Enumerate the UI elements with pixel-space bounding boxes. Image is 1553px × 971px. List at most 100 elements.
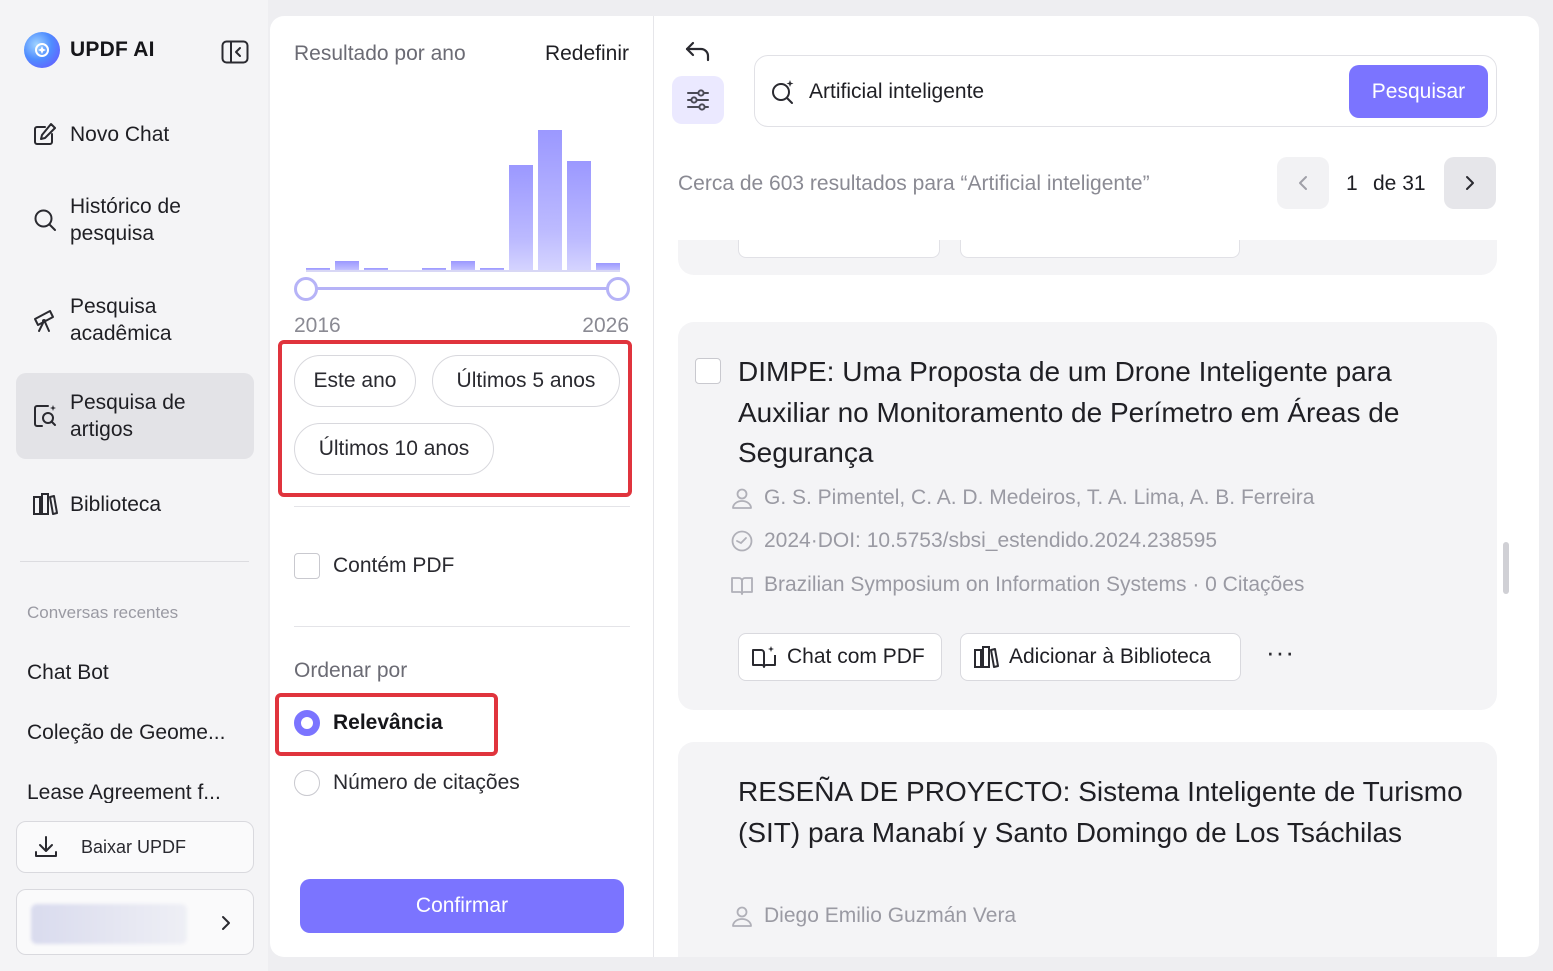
- chevron-left-icon: [1299, 176, 1307, 190]
- date-doi-text: 2024·DOI: 10.5753/sbsi_estendido.2024.23…: [764, 529, 1218, 552]
- sidebar-item-biblioteca[interactable]: Biblioteca: [16, 480, 254, 528]
- range-chip-ultimos-5-anos[interactable]: Últimos 5 anos: [432, 355, 620, 407]
- ai-search-icon: [772, 80, 794, 104]
- range-chip-este-ano[interactable]: Este ano: [294, 355, 416, 407]
- filter-divider: [294, 626, 630, 627]
- authors-text: G. S. Pimentel, C. A. D. Medeiros, T. A.…: [764, 486, 1315, 509]
- sidebar: UPDF AI Novo Chat Histórico de pesquisa …: [0, 0, 268, 971]
- recent-conversations-header: Conversas recentes: [27, 603, 179, 622]
- edit-icon: [34, 123, 56, 145]
- article-search-icon: [34, 405, 56, 427]
- sidebar-item-novo-chat[interactable]: Novo Chat: [16, 110, 254, 158]
- filter-title: Resultado por ano: [294, 42, 466, 65]
- brand[interactable]: UPDF AI: [24, 32, 155, 68]
- result-card: DIMPE: Uma Proposta de um Drone Intelige…: [678, 322, 1497, 710]
- sidebar-item-label: Histórico de pesquisa: [70, 195, 181, 245]
- results-scrollbar[interactable]: [1503, 542, 1509, 594]
- result-title[interactable]: RESEÑA DE PROYECTO: Sistema Inteligente …: [738, 772, 1478, 853]
- chevron-right-icon: [222, 916, 230, 930]
- histogram-bar: [509, 165, 533, 272]
- main-panel: Resultado por ano Redefinir 2016 2026 Es…: [270, 16, 1539, 957]
- sidebar-divider: [20, 561, 249, 562]
- library-icon: [33, 493, 58, 515]
- filter-toggle-button[interactable]: [672, 76, 724, 124]
- sort-relevance-radio[interactable]: [294, 710, 320, 736]
- histogram-baseline: [306, 270, 620, 272]
- venue-text: Brazilian Symposium on Information Syste…: [764, 573, 1305, 596]
- chevron-right-icon: [1466, 176, 1474, 190]
- confirm-button[interactable]: Confirmar: [300, 879, 624, 933]
- year-end-label: 2026: [582, 314, 629, 337]
- search-box: Pesquisar: [754, 55, 1497, 127]
- search-icon: [34, 209, 56, 231]
- library-icon: [974, 646, 999, 668]
- result-select-checkbox[interactable]: [695, 358, 721, 384]
- year-start-label: 2016: [294, 314, 341, 337]
- authors-text: Diego Emilio Guzmán Vera: [764, 904, 1017, 927]
- search-button[interactable]: Pesquisar: [1349, 65, 1488, 118]
- sliders-icon: [687, 89, 709, 111]
- book-icon: [731, 577, 753, 595]
- person-icon: [732, 488, 752, 509]
- person-icon: [732, 906, 752, 927]
- sidebar-item-label: Pesquisa acadêmica: [70, 295, 172, 345]
- result-card: RESEÑA DE PROYECTO: Sistema Inteligente …: [678, 742, 1497, 957]
- download-label: Baixar UPDF: [81, 836, 187, 857]
- contains-pdf-checkbox[interactable]: [294, 553, 320, 579]
- add-library-button-partial[interactable]: [960, 240, 1240, 258]
- recent-conversation-item[interactable]: Coleção de Geome...: [27, 721, 242, 745]
- page-total: de 31: [1373, 172, 1426, 195]
- result-title[interactable]: DIMPE: Uma Proposta de um Drone Intelige…: [738, 352, 1478, 474]
- slider-handle-start[interactable]: [294, 277, 318, 301]
- more-options-icon[interactable]: ···: [1266, 639, 1296, 667]
- download-updf-button[interactable]: Baixar UPDF: [16, 821, 254, 873]
- result-list: DIMPE: Uma Proposta de um Drone Intelige…: [654, 240, 1539, 957]
- year-range-slider[interactable]: [306, 287, 618, 290]
- recent-conversation-item[interactable]: Lease Agreement f...: [27, 781, 242, 803]
- filter-panel: Resultado por ano Redefinir 2016 2026 Es…: [270, 16, 654, 957]
- chat-with-pdf-button[interactable]: Chat com PDF: [738, 633, 942, 681]
- user-account-button[interactable]: [16, 889, 254, 955]
- sidebar-item-label: Pesquisa de artigos: [70, 391, 186, 441]
- result-date-doi: 2024·DOI: 10.5753/sbsi_estendido.2024.23…: [730, 529, 1217, 553]
- result-authors: Diego Emilio Guzmán Vera: [730, 904, 1016, 928]
- contains-pdf-label: Contém PDF: [333, 554, 455, 577]
- telescope-icon: [34, 310, 54, 332]
- sidebar-item-pesquisa-academica[interactable]: Pesquisa acadêmica: [16, 280, 254, 360]
- histogram-bar: [538, 130, 562, 272]
- sidebar-item-label: Biblioteca: [70, 492, 162, 516]
- add-to-library-button[interactable]: Adicionar à Biblioteca: [960, 633, 1241, 681]
- sidebar-item-label: Novo Chat: [70, 122, 170, 146]
- sort-title: Ordenar por: [294, 659, 408, 682]
- sidebar-item-historico[interactable]: Histórico de pesquisa: [16, 180, 254, 260]
- chat-pdf-label: Chat com PDF: [787, 645, 925, 668]
- updf-logo-icon: [24, 32, 60, 68]
- slider-handle-end[interactable]: [606, 277, 630, 301]
- result-venue: Brazilian Symposium on Information Syste…: [730, 573, 1304, 597]
- range-chip-ultimos-10-anos[interactable]: Últimos 10 anos: [294, 423, 494, 475]
- book-chat-icon: [752, 646, 776, 668]
- result-summary: Cerca de 603 resultados para “Artificial…: [678, 172, 1150, 195]
- search-input[interactable]: [809, 76, 1329, 108]
- download-icon: [35, 836, 57, 857]
- filter-divider: [294, 506, 630, 507]
- sort-relevance-label: Relevância: [333, 711, 443, 734]
- sort-citations-radio[interactable]: [294, 770, 320, 796]
- sidebar-item-pesquisa-artigos[interactable]: Pesquisa de artigos: [16, 373, 254, 459]
- result-authors: G. S. Pimentel, C. A. D. Medeiros, T. A.…: [730, 486, 1314, 510]
- prev-page-button[interactable]: [1277, 157, 1329, 209]
- collapse-sidebar-icon[interactable]: [221, 40, 249, 64]
- undo-back-icon[interactable]: [684, 40, 712, 64]
- reset-button[interactable]: Redefinir: [545, 42, 629, 66]
- brand-name: UPDF AI: [70, 38, 155, 61]
- add-library-label: Adicionar à Biblioteca: [1009, 645, 1211, 668]
- current-page: 1: [1346, 172, 1358, 195]
- chat-pdf-button-partial[interactable]: [738, 240, 940, 258]
- result-card-previous: [678, 240, 1497, 275]
- year-histogram: [304, 114, 622, 272]
- results-panel: Pesquisar Cerca de 603 resultados para “…: [654, 16, 1539, 957]
- recent-conversation-item[interactable]: Chat Bot: [27, 661, 242, 685]
- clock-icon: [731, 530, 753, 552]
- sort-citations-label: Número de citações: [333, 771, 520, 794]
- next-page-button[interactable]: [1444, 157, 1496, 209]
